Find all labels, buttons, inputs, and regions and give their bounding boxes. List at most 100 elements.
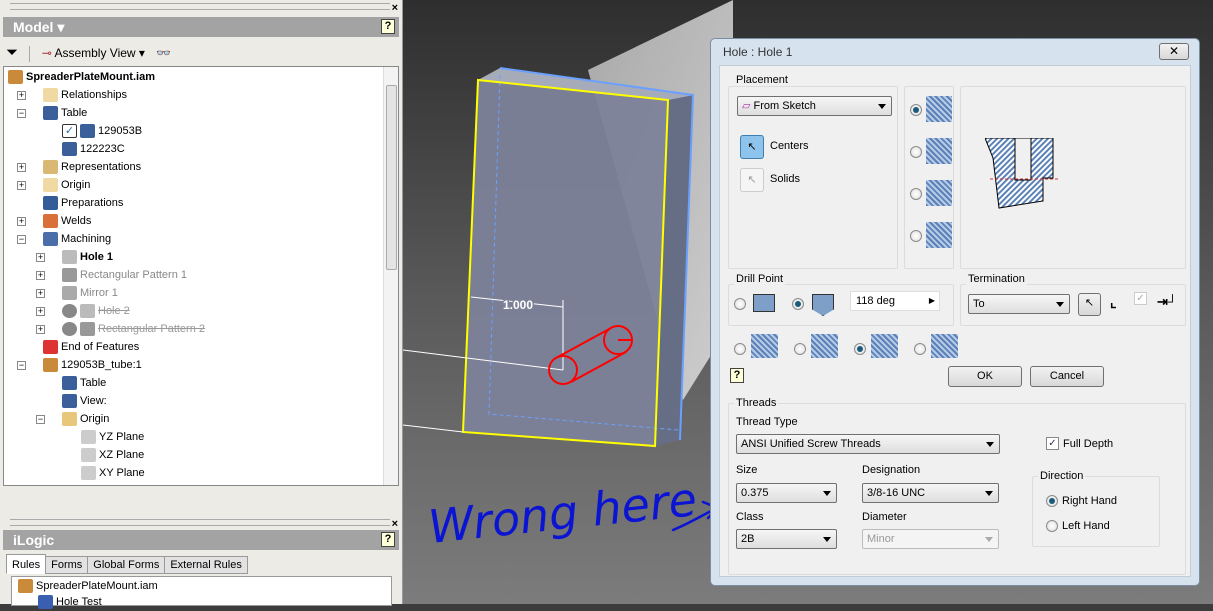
hole-type-counterbore-radio[interactable] (910, 146, 922, 158)
close-button[interactable]: ✕ (1159, 43, 1189, 60)
tree-item[interactable]: Machining (43, 230, 111, 248)
hole-taper-tapped-radio[interactable] (914, 343, 926, 355)
ilogic-panel-header[interactable]: iLogic? (3, 530, 399, 550)
tree-item[interactable]: Mirror 1 (62, 284, 118, 302)
tree-item[interactable]: View: (62, 392, 107, 410)
threads-label: Threads (734, 397, 779, 409)
clearance-hole-icon (811, 334, 838, 358)
tab-external-rules[interactable]: External Rules (164, 556, 248, 574)
designation-dropdown[interactable]: 3/8-16 UNC (862, 483, 999, 503)
rules-list: SpreaderPlateMount.iam Hole Test (11, 576, 392, 610)
tree-item[interactable]: Table (43, 104, 87, 122)
filter-icon[interactable]: ⏷ (6, 44, 18, 61)
tree-item[interactable]: Preparations (43, 194, 123, 212)
thread-type-dropdown[interactable]: ANSI Unified Screw Threads (736, 434, 1000, 454)
hole-dialog: Hole : Hole 1 ✕ Placement ▱ From Sketch … (710, 38, 1200, 586)
help-icon[interactable]: ? (381, 532, 395, 547)
hole-tapped-radio[interactable] (854, 343, 866, 355)
hole-type-spotface-radio[interactable] (910, 188, 922, 200)
tab-rules[interactable]: Rules (6, 554, 47, 574)
tab-forms[interactable]: Forms (45, 556, 89, 574)
tree-item[interactable]: Hole 2 (62, 302, 130, 320)
expand-icon[interactable]: + (36, 325, 45, 334)
tree-item[interactable]: YZ Plane (81, 428, 144, 446)
tree-item[interactable]: Hole 1 (62, 248, 113, 266)
panel-grip[interactable] (10, 3, 390, 10)
tree-item[interactable]: Rectangular Pattern 1 (62, 266, 187, 284)
tree-item[interactable]: Origin (62, 410, 109, 428)
close-ilogic-button[interactable]: × (392, 518, 398, 530)
tree-item[interactable]: XZ Plane (81, 446, 144, 464)
scrollbar-thumb[interactable] (386, 85, 397, 270)
tree-item[interactable]: 129053B_tube:1 (43, 356, 142, 374)
centers-select-button[interactable]: ↖ (740, 135, 764, 159)
countersink-icon (926, 222, 952, 248)
tree-scrollbar[interactable] (383, 67, 398, 485)
flip-termination-icon[interactable]: ⌞ (1110, 294, 1117, 311)
node-icon (43, 106, 58, 121)
node-icon (8, 70, 23, 85)
tree-item[interactable]: Table (62, 374, 106, 392)
tree-item[interactable]: SpreaderPlateMount.iam (8, 68, 155, 86)
node-icon (81, 466, 96, 481)
left-hand-radio[interactable] (1046, 520, 1058, 532)
expand-icon[interactable]: + (17, 91, 26, 100)
tree-item[interactable]: ✓ 129053B (62, 122, 142, 140)
collapse-icon[interactable]: − (17, 235, 26, 244)
dialog-help-button[interactable]: ? (730, 368, 744, 383)
tree-item[interactable]: Welds (43, 212, 91, 230)
tree-item[interactable]: XY Plane (81, 464, 145, 482)
termination-dropdown[interactable]: To (968, 294, 1070, 314)
hole-type-countersink-radio[interactable] (910, 230, 922, 242)
tree-item[interactable]: Rectangular Pattern 2 (62, 320, 205, 338)
list-item[interactable]: Hole Test (38, 593, 102, 611)
tab-global-forms[interactable]: Global Forms (87, 556, 166, 574)
expand-icon[interactable]: + (36, 307, 45, 316)
cancel-button[interactable]: Cancel (1030, 366, 1104, 387)
close-panel-button[interactable]: × (392, 2, 398, 14)
expand-icon[interactable]: + (17, 217, 26, 226)
select-termination-face-button[interactable]: ↖ (1078, 293, 1101, 316)
drill-point-flat-radio[interactable] (734, 298, 746, 310)
extend-face-icon[interactable]: ⇥┘ (1157, 294, 1177, 310)
expand-icon[interactable]: + (36, 253, 45, 262)
tree-item[interactable]: End of Features (43, 338, 139, 356)
assembly-view-dropdown[interactable]: ⊸ Assembly View ▾ (42, 46, 145, 60)
solids-select-button[interactable]: ↖ (740, 168, 764, 192)
tree-item-label: Representations (61, 161, 142, 173)
full-depth-checkbox[interactable]: ✓ (1046, 437, 1059, 450)
find-binoculars-icon[interactable]: 👓 (156, 46, 171, 60)
tree-item[interactable]: 122223C (62, 140, 125, 158)
tree-item[interactable]: Representations (43, 158, 141, 176)
help-icon[interactable]: ? (381, 19, 395, 34)
expand-icon[interactable]: + (17, 163, 26, 172)
size-dropdown[interactable]: 0.375 (736, 483, 837, 503)
simple-hole-icon (751, 334, 778, 358)
tree-item[interactable]: Origin (43, 176, 90, 194)
collapse-icon[interactable]: − (17, 109, 26, 118)
hole-clearance-radio[interactable] (794, 343, 806, 355)
class-dropdown[interactable]: 2B (736, 529, 837, 549)
right-hand-radio[interactable] (1046, 495, 1058, 507)
class-label: Class (736, 511, 764, 523)
drill-point-angle-radio[interactable] (792, 298, 804, 310)
panel-grip[interactable] (10, 519, 390, 526)
dimension-label[interactable]: 1.000 (502, 297, 535, 314)
placement-dropdown[interactable]: ▱ From Sketch (737, 96, 892, 116)
diameter-dropdown[interactable]: Minor (862, 529, 999, 549)
tree-item[interactable]: Relationships (43, 86, 127, 104)
model-panel-header[interactable]: Model ▾? (3, 17, 399, 37)
checkbox-icon[interactable]: ✓ (62, 124, 77, 139)
hole-type-drilled-radio[interactable] (910, 104, 922, 116)
direction-label: Direction (1038, 470, 1086, 482)
expand-icon[interactable]: + (36, 289, 45, 298)
ok-button[interactable]: OK (948, 366, 1022, 387)
expand-icon[interactable]: + (36, 271, 45, 280)
collapse-icon[interactable]: − (17, 361, 26, 370)
drill-angle-input[interactable]: 118 deg ▶ (850, 291, 940, 311)
collapse-icon[interactable]: − (36, 415, 45, 424)
termination-option-checkbox[interactable]: ✓ (1134, 292, 1147, 305)
hole-simple-radio[interactable] (734, 343, 746, 355)
left-hand-label: Left Hand (1062, 520, 1110, 532)
expand-icon[interactable]: + (17, 181, 26, 190)
